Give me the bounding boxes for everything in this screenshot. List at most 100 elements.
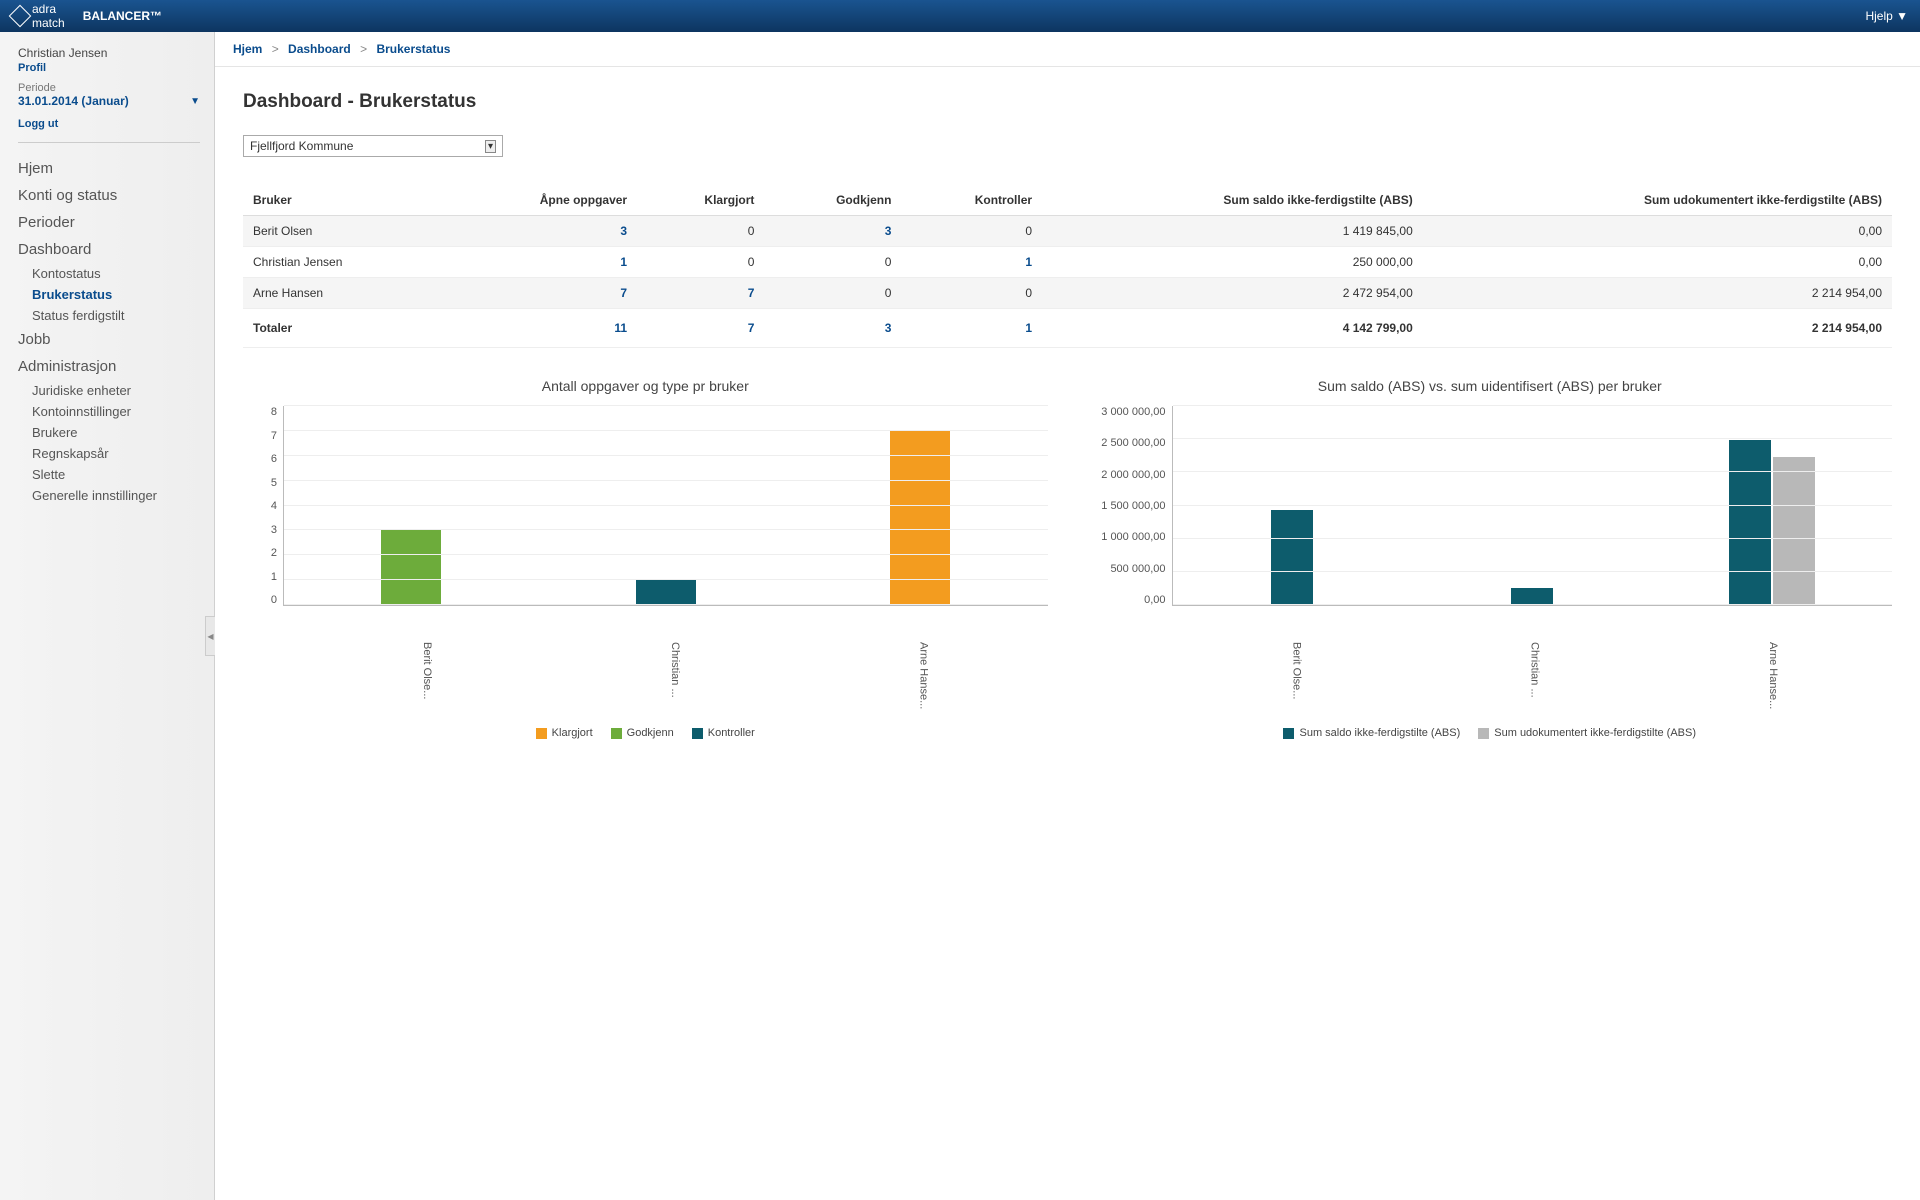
sidebar-collapse-handle[interactable]: ◀	[205, 616, 215, 656]
th-godkjenn[interactable]: Godkjenn	[764, 185, 901, 216]
chart-saldo-per-user: Sum saldo (ABS) vs. sum uidentifisert (A…	[1088, 378, 1893, 739]
breadcrumb-sep: >	[360, 42, 367, 56]
bar	[1271, 510, 1313, 605]
nav-regnskapsar[interactable]: Regnskapsår	[18, 443, 200, 464]
nav-slette[interactable]: Slette	[18, 464, 200, 485]
nav-jobb[interactable]: Jobb	[18, 326, 200, 353]
nav-administrasjon[interactable]: Administrasjon	[18, 353, 200, 380]
entity-select-value: Fjellfjord Kommune	[250, 139, 353, 153]
nav-kontostatus[interactable]: Kontostatus	[18, 263, 200, 284]
help-menu[interactable]: Hjelp ▼	[1865, 9, 1908, 23]
chart2-legend: Sum saldo ikke-ferdigstilte (ABS) Sum ud…	[1088, 727, 1893, 739]
cell-apne[interactable]: 7	[442, 278, 637, 309]
th-udok[interactable]: Sum udokumentert ikke-ferdigstilte (ABS)	[1423, 185, 1892, 216]
cell-klargjort: 0	[637, 216, 764, 247]
bar-group	[539, 580, 794, 605]
nav-kontoinnstillinger[interactable]: Kontoinnstillinger	[18, 401, 200, 422]
profile-link[interactable]: Profil	[18, 62, 200, 74]
chart2-title: Sum saldo (ABS) vs. sum uidentifisert (A…	[1088, 378, 1893, 394]
period-value-text: 31.01.2014 (Januar)	[18, 94, 129, 108]
x-label: Berit Olse...	[421, 642, 433, 709]
nav-konti[interactable]: Konti og status	[18, 182, 200, 209]
cell-apne[interactable]: 1	[442, 247, 637, 278]
legend-saldo: Sum saldo ikke-ferdigstilte (ABS)	[1283, 727, 1460, 739]
cell-kontroller[interactable]: 1	[901, 247, 1042, 278]
cell-godkjenn: 0	[764, 278, 901, 309]
totals-udok: 2 214 954,00	[1423, 309, 1892, 348]
nav-brukere[interactable]: Brukere	[18, 422, 200, 443]
cell-kontroller: 0	[901, 216, 1042, 247]
chart1-y-axis: 876543210	[243, 406, 283, 606]
cell-saldo: 250 000,00	[1042, 247, 1423, 278]
nav-status-ferdigstilt[interactable]: Status ferdigstilt	[18, 305, 200, 326]
breadcrumb-sep: >	[272, 42, 279, 56]
th-apne[interactable]: Åpne oppgaver	[442, 185, 637, 216]
cell-klargjort[interactable]: 7	[637, 278, 764, 309]
th-klargjort[interactable]: Klargjort	[637, 185, 764, 216]
period-selector[interactable]: 31.01.2014 (Januar) ▼	[18, 94, 200, 108]
table-row[interactable]: Berit Olsen 3 0 3 0 1 419 845,00 0,00	[243, 216, 1892, 247]
totals-godkjenn[interactable]: 3	[764, 309, 901, 348]
totals-klargjort[interactable]: 7	[637, 309, 764, 348]
bar	[381, 530, 441, 605]
cell-godkjenn[interactable]: 3	[764, 216, 901, 247]
breadcrumb-hjem[interactable]: Hjem	[233, 42, 262, 56]
bar-group	[284, 530, 539, 605]
app-name: BALANCER™	[83, 9, 162, 23]
cell-klargjort: 0	[637, 247, 764, 278]
topbar: adramatch BALANCER™ Hjelp ▼	[0, 0, 1920, 32]
cell-saldo: 1 419 845,00	[1042, 216, 1423, 247]
nav-juridiske[interactable]: Juridiske enheter	[18, 380, 200, 401]
legend-udok: Sum udokumentert ikke-ferdigstilte (ABS)	[1478, 727, 1696, 739]
x-label: Christian ...	[669, 642, 681, 709]
chart1-title: Antall oppgaver og type pr bruker	[243, 378, 1048, 394]
bar-group	[1412, 588, 1652, 605]
th-kontroller[interactable]: Kontroller	[901, 185, 1042, 216]
cell-bruker: Berit Olsen	[243, 216, 442, 247]
nav-dashboard[interactable]: Dashboard	[18, 236, 200, 263]
nav-brukerstatus[interactable]: Brukerstatus	[18, 284, 200, 305]
bar	[636, 580, 696, 605]
x-label: Berit Olse...	[1291, 642, 1303, 709]
nav-hjem[interactable]: Hjem	[18, 155, 200, 182]
chart2-x-labels: Berit Olse...Christian ...Arne Hanse...	[1178, 642, 1893, 709]
chart1-plot	[283, 406, 1048, 606]
chart-tasks-per-user: Antall oppgaver og type pr bruker 876543…	[243, 378, 1048, 739]
table-row[interactable]: Arne Hansen 7 7 0 0 2 472 954,00 2 214 9…	[243, 278, 1892, 309]
cell-bruker: Christian Jensen	[243, 247, 442, 278]
breadcrumb-brukerstatus[interactable]: Brukerstatus	[376, 42, 450, 56]
bar	[1511, 588, 1553, 605]
cell-udok: 2 214 954,00	[1423, 278, 1892, 309]
breadcrumb-dashboard[interactable]: Dashboard	[288, 42, 351, 56]
entity-select[interactable]: Fjellfjord Kommune ▾	[243, 135, 503, 157]
chart1-legend: Klargjort Godkjenn Kontroller	[243, 727, 1048, 739]
totals-kontroller[interactable]: 1	[901, 309, 1042, 348]
table-totals: Totaler 11 7 3 1 4 142 799,00 2 214 954,…	[243, 309, 1892, 348]
cell-godkjenn: 0	[764, 247, 901, 278]
chevron-down-icon: ▼	[190, 96, 200, 107]
dropdown-icon: ▾	[485, 140, 496, 153]
chart2-y-axis: 3 000 000,002 500 000,002 000 000,001 50…	[1088, 406, 1172, 606]
x-label: Christian ...	[1529, 642, 1541, 709]
logo-text: adramatch	[32, 2, 65, 30]
logout-link[interactable]: Logg ut	[18, 118, 200, 130]
nav-perioder[interactable]: Perioder	[18, 209, 200, 236]
totals-saldo: 4 142 799,00	[1042, 309, 1423, 348]
bar	[1773, 457, 1815, 605]
th-saldo[interactable]: Sum saldo ikke-ferdigstilte (ABS)	[1042, 185, 1423, 216]
th-bruker[interactable]: Bruker	[243, 185, 442, 216]
legend-klargjort: Klargjort	[536, 727, 593, 739]
cell-apne[interactable]: 3	[442, 216, 637, 247]
logo-icon	[9, 5, 32, 28]
bar	[1729, 440, 1771, 605]
cell-kontroller: 0	[901, 278, 1042, 309]
nav-generelle[interactable]: Generelle innstillinger	[18, 485, 200, 506]
chart1-x-labels: Berit Olse...Christian ...Arne Hanse...	[303, 642, 1048, 709]
page-title: Dashboard - Brukerstatus	[243, 91, 1892, 113]
bar-group	[1173, 510, 1413, 605]
logo[interactable]: adramatch	[12, 2, 65, 30]
table-row[interactable]: Christian Jensen 1 0 0 1 250 000,00 0,00	[243, 247, 1892, 278]
totals-apne[interactable]: 11	[442, 309, 637, 348]
user-name: Christian Jensen	[18, 46, 200, 60]
totals-label: Totaler	[243, 309, 442, 348]
